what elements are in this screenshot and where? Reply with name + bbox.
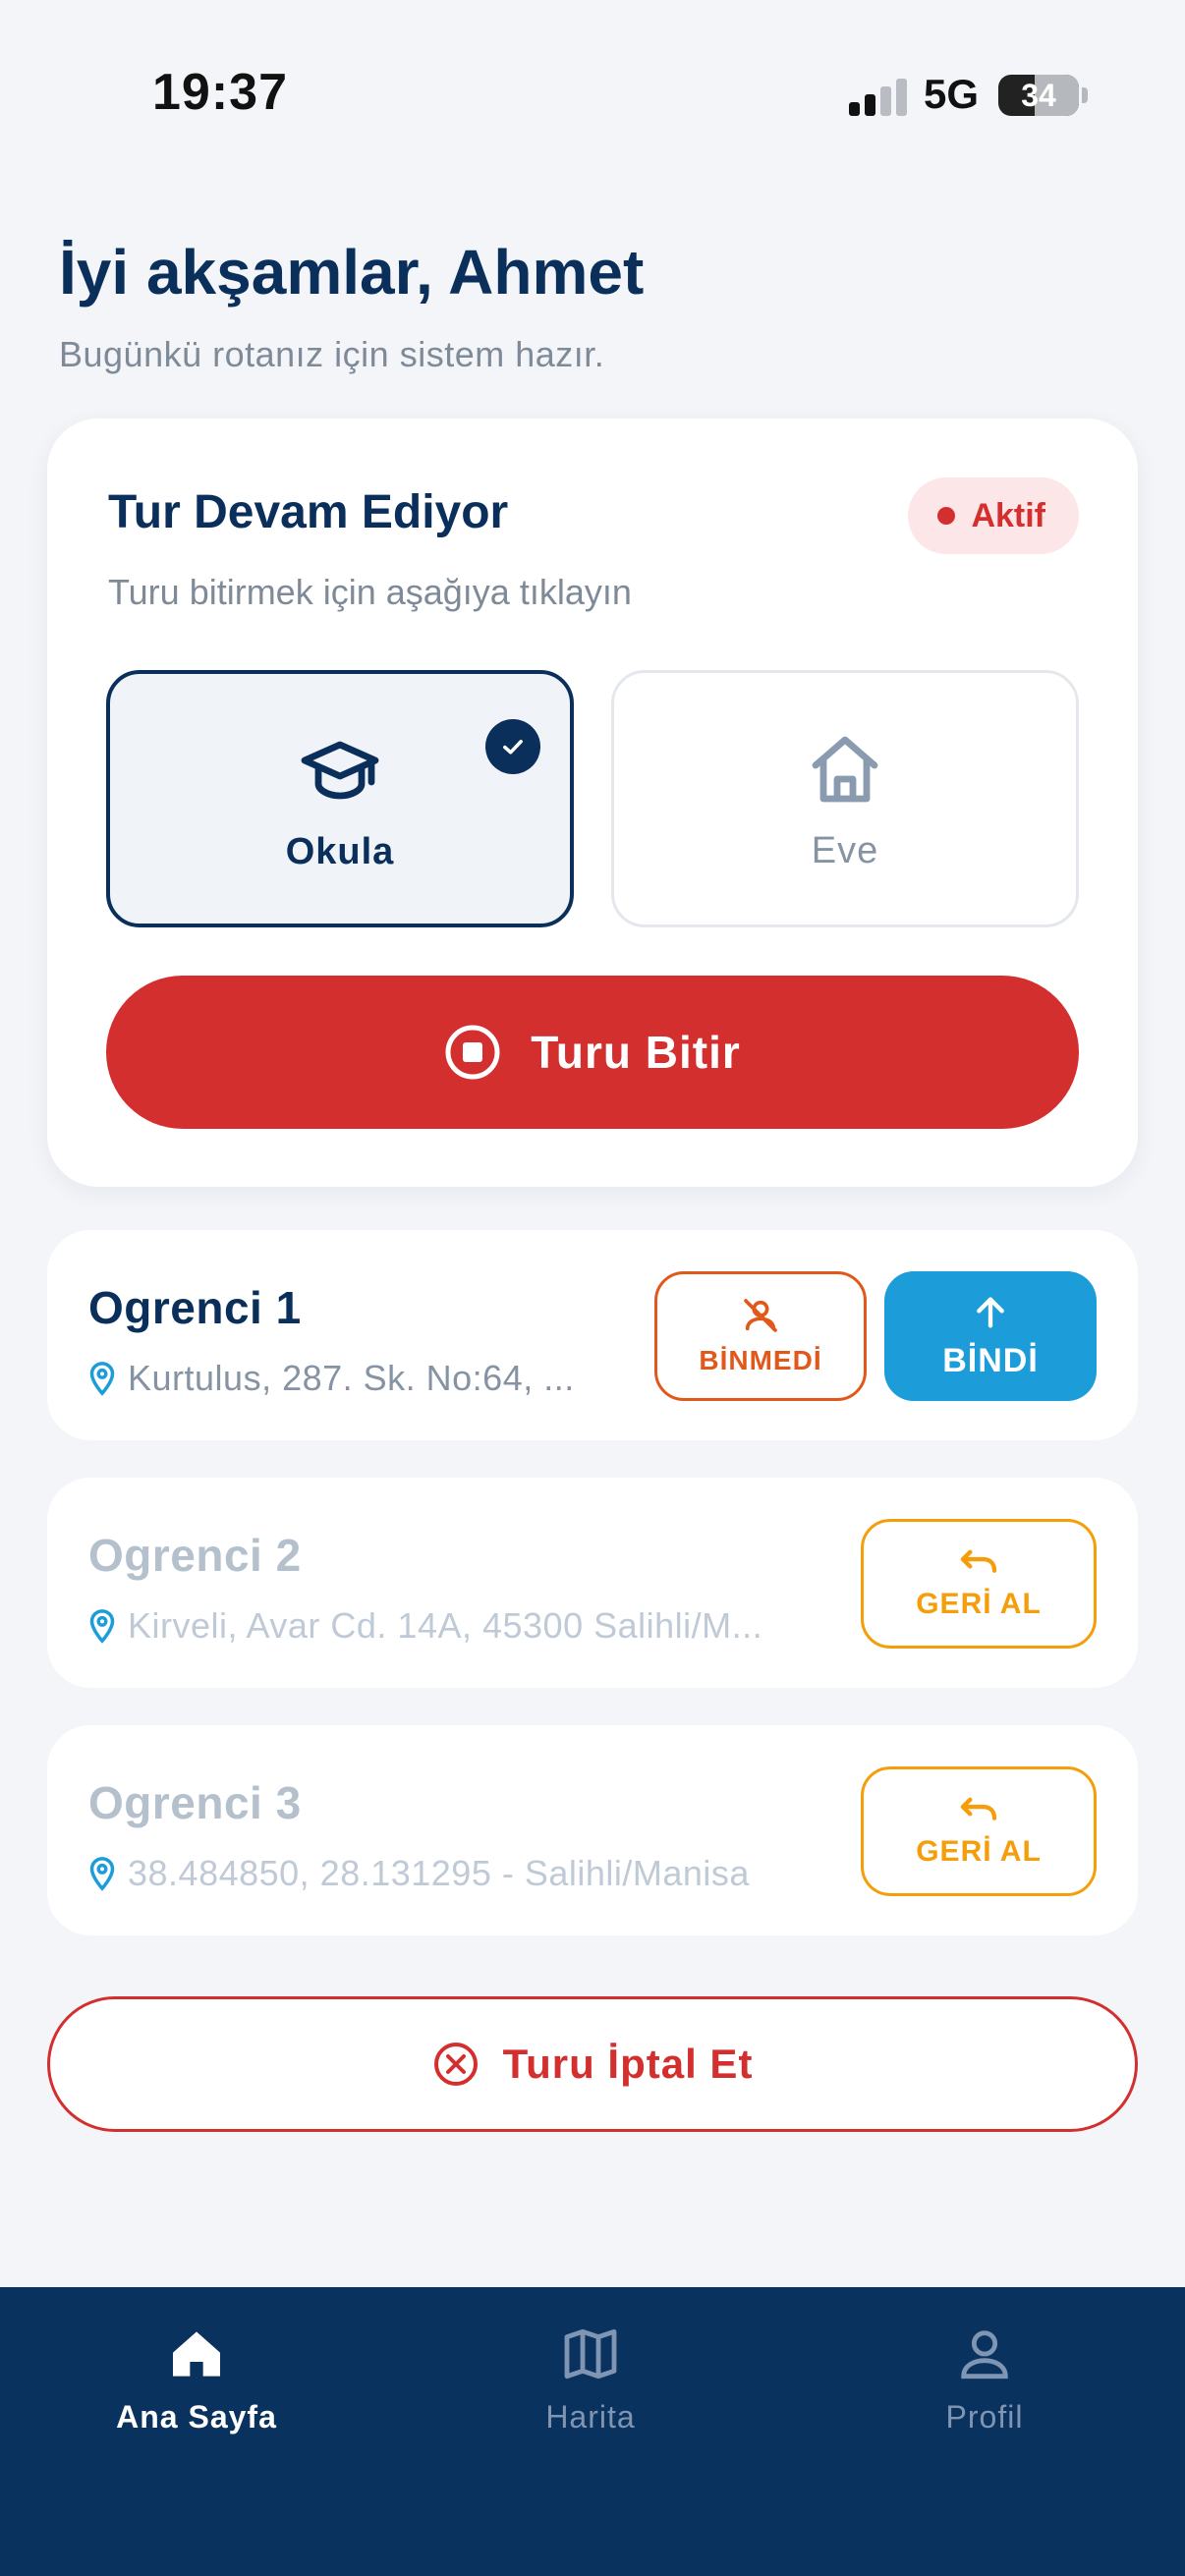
student-address: 38.484850, 28.131295 - Salihli/Manisa [88, 1853, 750, 1894]
nav-item-home[interactable]: Ana Sayfa [49, 2323, 344, 2436]
student-address-text: Kirveli, Avar Cd. 14A, 45300 Salihli/M..… [128, 1605, 763, 1646]
stop-circle-icon [445, 1025, 500, 1080]
undo-button[interactable]: GERİ AL [861, 1519, 1097, 1649]
not-boarded-label: BİNMEDİ [699, 1345, 822, 1375]
status-label: Aktif [971, 496, 1045, 534]
location-pin-icon [89, 1609, 115, 1644]
boarded-button[interactable]: BİNDİ [884, 1271, 1097, 1401]
network-type: 5G [924, 71, 980, 117]
direction-option-school[interactable]: Okula [106, 670, 574, 927]
direction-option-home[interactable]: Eve [611, 670, 1079, 927]
student-address: Kirveli, Avar Cd. 14A, 45300 Salihli/M..… [88, 1605, 762, 1647]
greeting-subtitle: Bugünkü rotanız için sistem hazır. [59, 334, 605, 374]
undo-icon [960, 1549, 997, 1573]
not-boarded-button[interactable]: BİNMEDİ [654, 1271, 867, 1401]
close-circle-icon [433, 2043, 478, 2086]
finish-trip-label: Turu Bitir [531, 1027, 741, 1078]
cancel-trip-button[interactable]: Turu İptal Et [47, 1996, 1138, 2132]
boarded-label: BİNDİ [942, 1341, 1039, 1379]
undo-label: GERİ AL [916, 1588, 1042, 1620]
status-bar: 19:37 5G 34 [0, 0, 1185, 187]
student-address-text: Kurtulus, 287. Sk. No:64, ... [128, 1358, 575, 1398]
finish-trip-button[interactable]: Turu Bitir [106, 976, 1079, 1129]
check-icon [485, 719, 540, 774]
location-pin-icon [89, 1362, 115, 1396]
cancel-trip-label: Turu İptal Et [502, 2041, 754, 2087]
status-time: 19:37 [152, 64, 288, 121]
trip-title: Tur Devam Ediyor [108, 486, 509, 538]
signal-icon [849, 77, 908, 116]
student-card: Ogrenci 1 Kurtulus, 287. Sk. No:64, ... … [47, 1230, 1138, 1440]
student-name: Ogrenci 2 [88, 1530, 302, 1581]
school-icon [301, 741, 379, 800]
trip-hint: Turu bitirmek için aşağıya tıklayın [108, 572, 632, 612]
bottom-nav: Ana Sayfa Harita Profil [0, 2287, 1185, 2576]
student-name: Ogrenci 1 [88, 1282, 302, 1333]
student-address-text: 38.484850, 28.131295 - Salihli/Manisa [128, 1853, 750, 1893]
nav-label-map: Harita [545, 2399, 636, 2435]
location-pin-icon [89, 1857, 115, 1891]
student-name: Ogrenci 3 [88, 1777, 302, 1828]
home-icon [812, 736, 878, 803]
user-icon [961, 2330, 1008, 2380]
battery-icon: 34 [998, 75, 1079, 116]
undo-icon [960, 1797, 997, 1820]
battery-level: 34 [1021, 78, 1056, 113]
trip-card: Tur Devam Ediyor Aktif Turu bitirmek içi… [47, 419, 1138, 1187]
status-dot [937, 507, 956, 525]
student-card: Ogrenci 3 38.484850, 28.131295 - Salihli… [47, 1725, 1138, 1935]
status-badge: Aktif [908, 477, 1079, 554]
student-card: Ogrenci 2 Kirveli, Avar Cd. 14A, 45300 S… [47, 1478, 1138, 1688]
battery-tip [1082, 87, 1088, 103]
direction-label-school: Okula [285, 831, 395, 872]
nav-label-profile: Profil [945, 2399, 1024, 2435]
home-icon [173, 2331, 220, 2377]
student-address: Kurtulus, 287. Sk. No:64, ... [88, 1358, 575, 1399]
user-off-icon [744, 1299, 777, 1332]
map-icon [564, 2328, 617, 2380]
undo-label: GERİ AL [916, 1835, 1042, 1868]
undo-button[interactable]: GERİ AL [861, 1766, 1097, 1896]
direction-label-home: Eve [811, 830, 879, 871]
nav-label-home: Ana Sayfa [116, 2399, 277, 2435]
nav-item-map[interactable]: Harita [443, 2323, 738, 2436]
nav-item-profile[interactable]: Profil [837, 2323, 1132, 2436]
greeting-title: İyi akşamlar, Ahmet [59, 237, 645, 308]
arrow-up-icon [977, 1297, 1004, 1327]
